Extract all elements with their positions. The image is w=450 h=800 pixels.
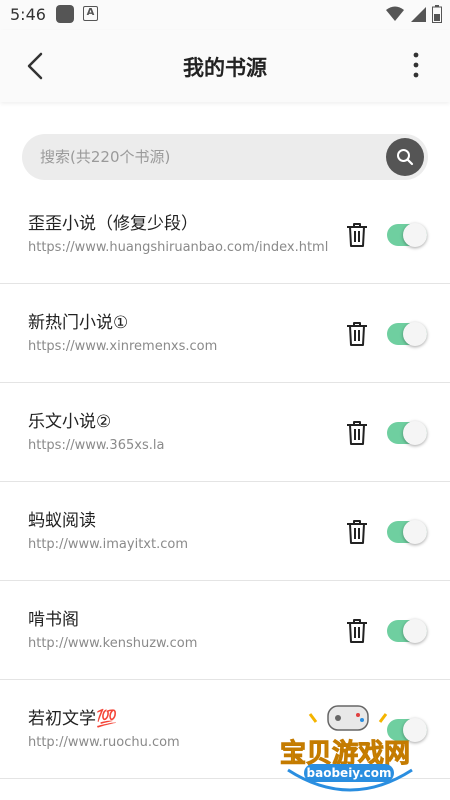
search-input[interactable] [40, 134, 370, 180]
delete-button[interactable] [344, 320, 370, 348]
source-name: 蚂蚁阅读 [28, 511, 96, 531]
watermark-domain: baobeiy.com [304, 764, 394, 782]
source-name: 若初文学💯 [28, 709, 118, 729]
source-name: 歪歪小说（修复少段） [28, 214, 198, 234]
delete-button[interactable] [344, 419, 370, 447]
trash-icon [347, 322, 367, 346]
list-item[interactable]: 歪歪小说（修复少段） https://www.huangshiruanbao.c… [0, 185, 450, 284]
toggle-knob [403, 223, 427, 247]
more-vertical-icon [413, 52, 419, 78]
app-bar: 我的书源 [0, 30, 450, 102]
source-name: 啃书阁 [28, 610, 79, 630]
status-time: 5:46 [10, 5, 46, 24]
search-icon [397, 149, 414, 166]
page-title: 我的书源 [183, 56, 267, 80]
enable-toggle[interactable] [387, 421, 427, 445]
source-name: 乐文小说② [28, 412, 112, 432]
toggle-knob [403, 322, 427, 346]
delete-button[interactable] [344, 221, 370, 249]
source-url: https://www.huangshiruanbao.com/index.ht… [28, 240, 329, 255]
source-list: 歪歪小说（修复少段） https://www.huangshiruanbao.c… [0, 185, 450, 779]
list-item[interactable]: 啃书阁 http://www.kenshuzw.com [0, 581, 450, 680]
enable-toggle[interactable] [387, 322, 427, 346]
a-icon: A [83, 6, 98, 21]
enable-toggle[interactable] [387, 223, 427, 247]
trash-icon [347, 223, 367, 247]
toggle-knob [403, 619, 427, 643]
trash-icon [347, 421, 367, 445]
source-url: http://www.kenshuzw.com [28, 636, 198, 651]
wifi-icon [386, 6, 404, 21]
list-item[interactable]: 乐文小说② https://www.365xs.la [0, 383, 450, 482]
source-url: http://www.imayitxt.com [28, 537, 188, 552]
signal-icon [411, 7, 426, 22]
status-icons [386, 5, 442, 23]
source-name: 新热门小说① [28, 313, 129, 333]
list-item[interactable]: 新热门小说① https://www.xinremenxs.com [0, 284, 450, 383]
search-button[interactable] [386, 138, 424, 176]
list-item[interactable]: 蚂蚁阅读 http://www.imayitxt.com [0, 482, 450, 581]
more-button[interactable] [402, 50, 430, 82]
toggle-knob [403, 421, 427, 445]
status-bar: 5:46 A [0, 0, 450, 30]
source-url: http://www.ruochu.com [28, 735, 180, 750]
source-url: https://www.365xs.la [28, 438, 165, 453]
trash-icon [347, 520, 367, 544]
trash-icon [347, 619, 367, 643]
battery-icon [432, 5, 442, 23]
delete-button[interactable] [344, 617, 370, 645]
square-icon [56, 5, 74, 23]
enable-toggle[interactable] [387, 520, 427, 544]
enable-toggle[interactable] [387, 619, 427, 643]
source-url: https://www.xinremenxs.com [28, 339, 218, 354]
delete-button[interactable] [344, 518, 370, 546]
toggle-knob [403, 520, 427, 544]
search-bar [22, 134, 428, 180]
watermark-logo: 宝贝游戏网 baobeiy.com [270, 700, 430, 792]
